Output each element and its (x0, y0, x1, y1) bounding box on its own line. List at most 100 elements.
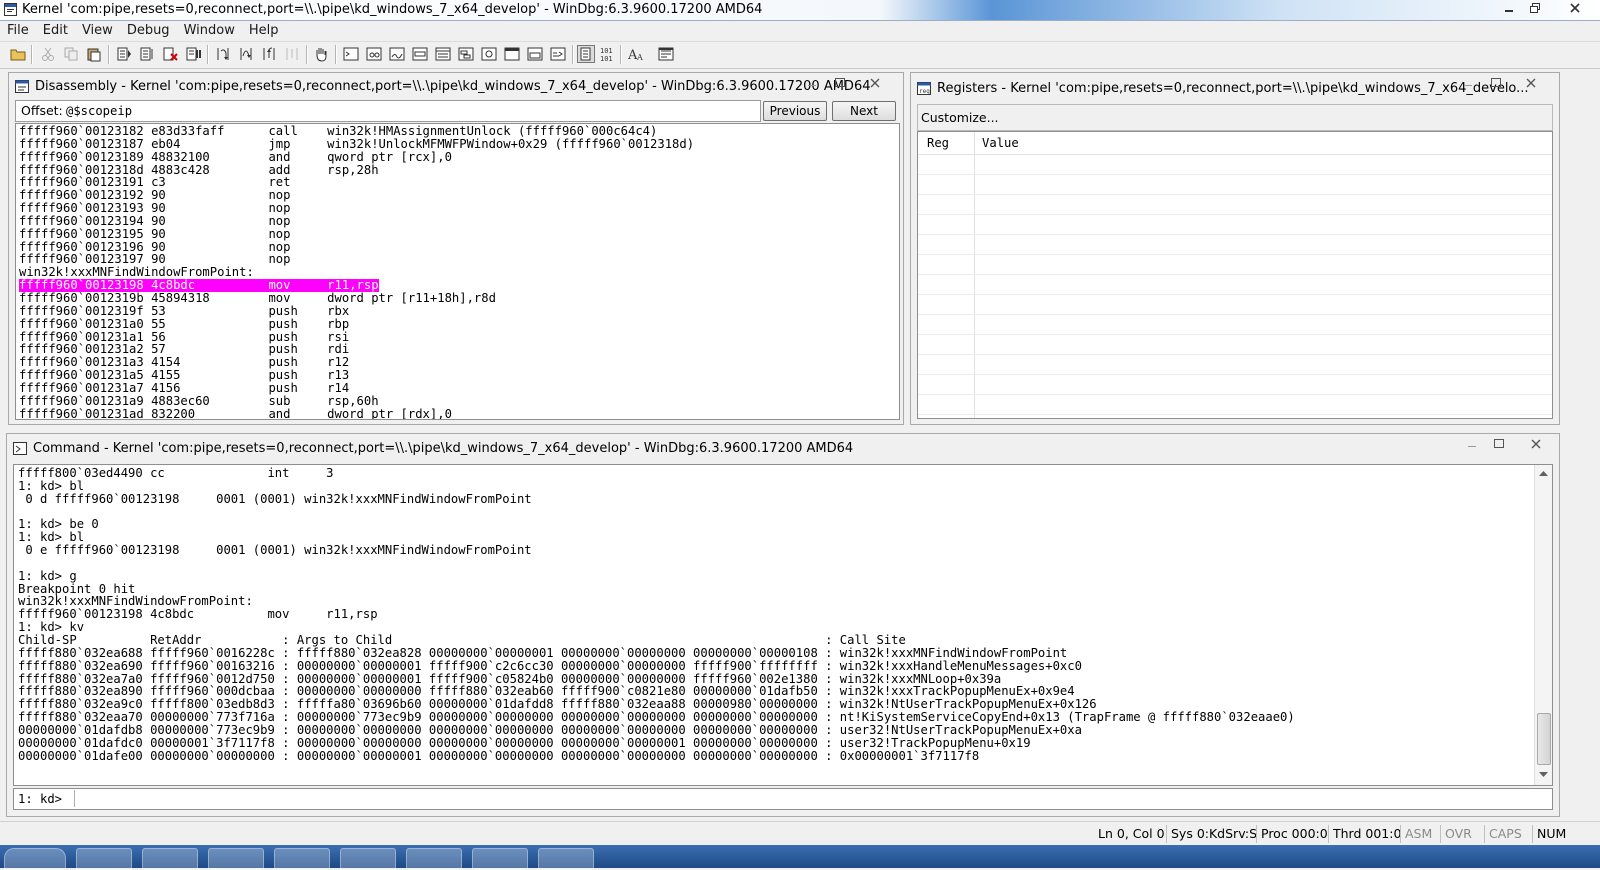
command-output-line (18, 557, 1528, 570)
next-button[interactable]: Next (832, 101, 896, 121)
hex-display-icon[interactable]: 101101 (600, 46, 616, 62)
registers-restore-button[interactable] (1485, 77, 1507, 92)
close-button[interactable] (1562, 1, 1588, 17)
svg-text:101: 101 (600, 47, 613, 55)
scroll-thumb[interactable] (1537, 713, 1551, 765)
status-thrd: Thrd 001:0 (1328, 825, 1405, 843)
processes-threads-icon[interactable] (527, 46, 543, 62)
watch-window-icon[interactable] (366, 46, 382, 62)
taskbar-item[interactable] (208, 848, 264, 870)
scroll-up-icon[interactable] (1538, 469, 1549, 477)
menu-window[interactable]: Window (177, 21, 242, 38)
start-button[interactable] (4, 848, 66, 870)
column-header-reg[interactable]: Reg (927, 137, 949, 150)
command-prompt: 1: kd> (18, 792, 63, 806)
command-window-icon (13, 442, 27, 455)
command-output-line: fffff960`00123198 4c8bdc mov r11,rsp (18, 607, 378, 622)
menu-file[interactable]: File (0, 21, 36, 38)
scratch-pad-icon[interactable] (504, 46, 520, 62)
command-output-line (18, 506, 1528, 519)
status-caps: CAPS (1484, 825, 1526, 843)
offset-bar: Offset: @$scopeip (15, 100, 761, 122)
disassembly-minimize-button[interactable] (801, 77, 823, 92)
step-into-icon[interactable] (215, 46, 231, 62)
minimize-icon (1464, 85, 1472, 86)
command-output-pane[interactable]: fffff800`03ed4490 cc int 3 1: kd> bl 0 d … (13, 464, 1553, 786)
registers-close-button[interactable] (1520, 77, 1542, 92)
taskbar-item[interactable] (274, 848, 330, 870)
window-title-bar[interactable]: Kernel 'com:pipe,resets=0,reconnect,port… (0, 0, 1600, 21)
hand-icon[interactable] (313, 46, 329, 62)
run-to-cursor-icon[interactable] (284, 46, 300, 62)
status-sys: Sys 0:KdSrv:S (1166, 825, 1261, 843)
disassembly-close-button[interactable] (864, 77, 886, 92)
registers-grid-row-line (918, 214, 1552, 215)
disassembly-window-icon[interactable] (481, 46, 497, 62)
command-title-bar[interactable]: Command - Kernel 'com:pipe,resets=0,reco… (11, 437, 1555, 459)
close-icon (1526, 78, 1536, 88)
paste-icon[interactable] (86, 46, 102, 62)
registers-grid-row-line (918, 294, 1552, 295)
minimize-button[interactable] (1496, 1, 1522, 17)
call-stack-window-icon[interactable] (458, 46, 474, 62)
source-mode-icon[interactable] (550, 46, 566, 62)
command-minimize-button[interactable] (1461, 438, 1483, 453)
source-mode-on-icon[interactable] (577, 45, 595, 63)
command-window[interactable]: Command - Kernel 'com:pipe,resets=0,reco… (6, 433, 1560, 817)
disassembly-window-icon (15, 80, 29, 93)
menu-debug[interactable]: Debug (120, 21, 177, 38)
toolbar-separator (620, 45, 622, 64)
command-scrollbar[interactable] (1534, 465, 1552, 785)
step-over-icon[interactable] (238, 46, 254, 62)
scroll-down-icon[interactable] (1538, 771, 1549, 779)
disassembly-line[interactable]: fffff960`001231ad 832200 and dword ptr [… (19, 407, 899, 419)
taskbar-item[interactable] (406, 848, 462, 870)
customize-button[interactable]: Customize... (921, 110, 999, 125)
registers-window[interactable]: reg Registers - Kernel 'com:pipe,resets=… (910, 72, 1560, 425)
taskbar-item[interactable] (538, 848, 594, 870)
registers-grid-row-line (918, 394, 1552, 395)
go-icon[interactable] (116, 46, 132, 62)
command-input[interactable] (78, 791, 1548, 807)
command-close-button[interactable] (1525, 438, 1547, 453)
column-header-value[interactable]: Value (982, 137, 1019, 150)
minimize-icon (1468, 446, 1476, 447)
taskbar-item[interactable] (472, 848, 528, 870)
command-window-icon[interactable] (343, 46, 359, 62)
toolbar-separator (572, 45, 574, 64)
menu-help[interactable]: Help (242, 21, 286, 38)
step-out-icon[interactable] (261, 46, 277, 62)
command-output-line: 00000000`01dafdb8 00000000`773ec9b9 : 00… (18, 722, 1082, 737)
disassembly-restore-button[interactable] (829, 77, 851, 92)
registers-grid[interactable]: Reg Value (917, 131, 1553, 419)
taskbar-item[interactable] (76, 848, 132, 870)
locals-window-icon[interactable] (389, 46, 405, 62)
stop-debugging-icon[interactable] (162, 46, 178, 62)
options-icon[interactable] (658, 46, 674, 62)
restore-button[interactable] (1522, 1, 1548, 17)
font-icon[interactable]: AA (628, 46, 644, 62)
menu-view[interactable]: View (75, 21, 120, 38)
open-folder-icon[interactable] (10, 46, 26, 62)
break-icon[interactable] (185, 46, 201, 62)
command-output-line: 1: kd> be 0 (18, 517, 99, 532)
taskbar-item[interactable] (142, 848, 198, 870)
menu-edit[interactable]: Edit (36, 21, 75, 38)
offset-label: Offset: (21, 103, 63, 118)
previous-button[interactable]: Previous (763, 101, 827, 121)
close-icon (1570, 3, 1580, 13)
minimize-icon (808, 85, 816, 86)
registers-window-icon[interactable] (412, 46, 428, 62)
restart-icon[interactable] (139, 46, 155, 62)
registers-minimize-button[interactable] (1457, 77, 1479, 92)
disassembly-code[interactable]: fffff960`00123182 e83d33faff call win32k… (15, 123, 900, 420)
command-restore-button[interactable] (1488, 438, 1510, 453)
offset-input[interactable]: @$scopeip (66, 104, 132, 118)
cut-icon[interactable] (40, 46, 56, 62)
command-input-row: 1: kd> (13, 788, 1553, 810)
taskbar-item[interactable] (340, 848, 396, 870)
disassembly-window[interactable]: Disassembly - Kernel 'com:pipe,resets=0,… (8, 72, 904, 425)
memory-window-icon[interactable] (435, 46, 451, 62)
copy-icon[interactable] (63, 46, 79, 62)
disassembly-title-bar[interactable]: Disassembly - Kernel 'com:pipe,resets=0,… (13, 76, 899, 98)
